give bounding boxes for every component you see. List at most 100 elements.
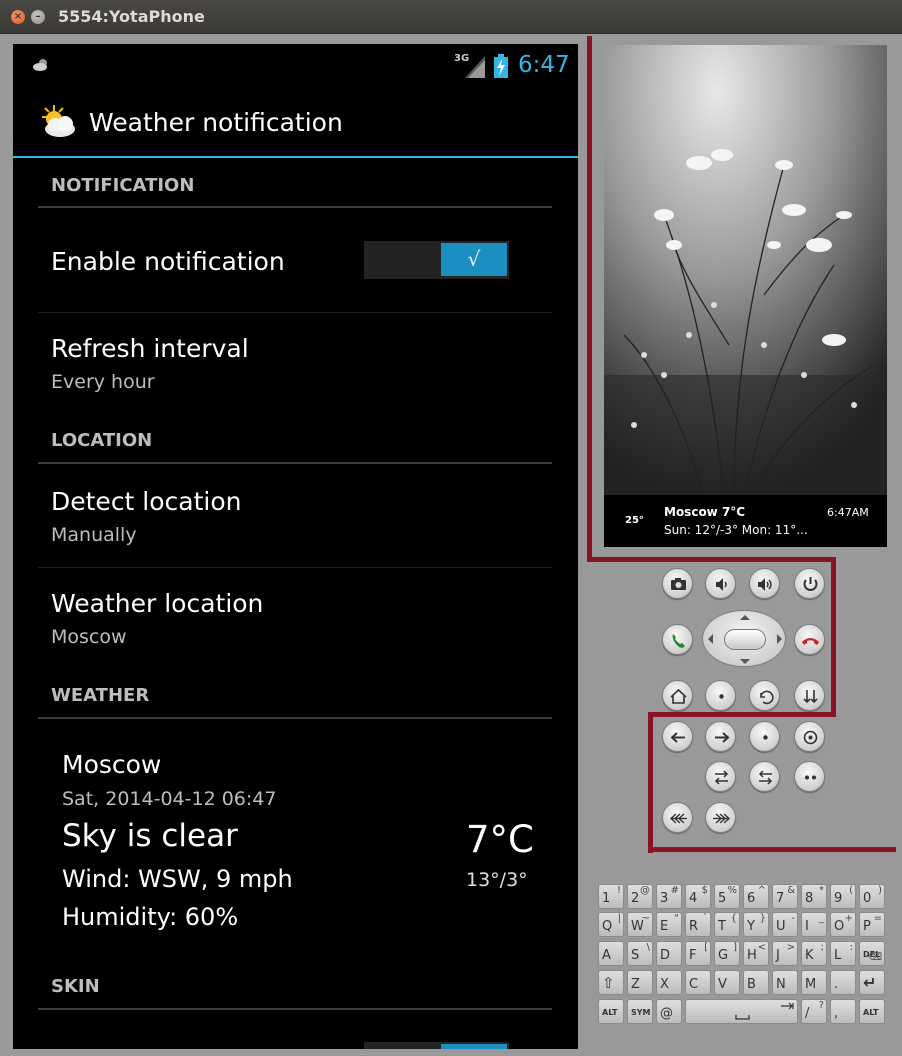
pref-refresh-interval-title[interactable]: Refresh interval xyxy=(51,334,249,363)
swap-button[interactable] xyxy=(705,761,736,792)
key-k[interactable]: K; xyxy=(801,941,827,966)
key-i[interactable]: I _ xyxy=(801,912,827,937)
key-x[interactable]: X xyxy=(656,970,682,995)
section-divider xyxy=(38,206,552,208)
key-shift[interactable]: ⇧ xyxy=(598,970,624,995)
key-h[interactable]: H < xyxy=(743,941,769,966)
key-r[interactable]: R ` xyxy=(685,912,711,937)
key-c[interactable]: C xyxy=(685,970,711,995)
key-4[interactable]: 4 $ xyxy=(685,884,711,909)
section-header-notification: NOTIFICATION xyxy=(51,175,195,196)
power-button[interactable] xyxy=(794,568,825,599)
arrow-right-button[interactable] xyxy=(705,721,736,752)
fast-forward-button[interactable] xyxy=(705,802,736,833)
key-z[interactable]: Z xyxy=(627,970,653,995)
key-6[interactable]: 6 ^ xyxy=(743,884,769,909)
dot-icon xyxy=(719,694,724,699)
dpad-center-button[interactable] xyxy=(724,629,766,650)
home-button[interactable] xyxy=(662,680,693,711)
key-space[interactable] xyxy=(685,999,798,1024)
key-delete[interactable]: DEL ⌫ xyxy=(859,941,885,966)
key-a[interactable]: A xyxy=(598,941,624,966)
key-u[interactable]: U- xyxy=(772,912,798,937)
action-bar: Weather notification xyxy=(13,88,578,158)
key-m[interactable]: M xyxy=(801,970,827,995)
key-period[interactable]: . xyxy=(830,970,856,995)
pref-refresh-interval-summary: Every hour xyxy=(51,371,155,393)
back-screen: 25° Moscow 7°C Sun: 12°/-3° Mon: 11°... … xyxy=(604,45,887,547)
call-button[interactable] xyxy=(662,624,693,655)
key-8[interactable]: 8 * xyxy=(801,884,827,909)
pref-weather-location-title[interactable]: Weather location xyxy=(51,589,263,618)
key-e[interactable]: E " xyxy=(656,912,682,937)
double-dot-button[interactable] xyxy=(794,761,825,792)
key-5[interactable]: 5% xyxy=(714,884,740,909)
weather-status-icon xyxy=(33,59,47,71)
volume-up-button[interactable] xyxy=(749,568,780,599)
volume-down-icon xyxy=(716,578,727,591)
status-bar: 3G 6:47 xyxy=(13,44,578,88)
rewind-button[interactable] xyxy=(662,802,693,833)
key-w[interactable]: W ~ xyxy=(627,912,653,937)
yota-forecast: Sun: 12°/-3° Mon: 11°... xyxy=(664,523,808,537)
key-9[interactable]: 9( xyxy=(830,884,856,909)
key-7[interactable]: 7 & xyxy=(772,884,798,909)
key-1[interactable]: 1! xyxy=(598,884,624,909)
key-y[interactable]: Y} xyxy=(743,912,769,937)
key-g[interactable]: G] xyxy=(714,941,740,966)
key-f[interactable]: F[ xyxy=(685,941,711,966)
target-button[interactable] xyxy=(794,721,825,752)
key-d[interactable]: D xyxy=(656,941,682,966)
swap-button-2[interactable] xyxy=(749,761,780,792)
key-s[interactable]: S \ xyxy=(627,941,653,966)
arrow-left-button[interactable] xyxy=(662,721,693,752)
key-b[interactable]: B xyxy=(743,970,769,995)
frame-line xyxy=(587,557,836,562)
frame-line xyxy=(648,847,896,852)
key-q[interactable]: Q | xyxy=(598,912,624,937)
key-l[interactable]: L: xyxy=(830,941,856,966)
double-dot-icon xyxy=(805,775,816,780)
notification-toggle[interactable]: √ xyxy=(364,241,509,279)
flower-photo xyxy=(604,45,887,495)
menu-button[interactable] xyxy=(705,680,736,711)
volume-down-button[interactable] xyxy=(705,568,736,599)
weather-high-low: 13°/3° xyxy=(466,869,528,891)
dpad[interactable] xyxy=(702,610,786,667)
arrow-right-icon xyxy=(715,732,730,743)
key-slash[interactable]: /? xyxy=(801,999,827,1024)
arrow-left-icon xyxy=(670,732,685,743)
close-icon[interactable]: × xyxy=(11,10,25,24)
key-enter[interactable]: ↵ xyxy=(859,970,885,995)
camera-button[interactable] xyxy=(662,568,693,599)
key-2[interactable]: 2 @ xyxy=(627,884,653,909)
key-0[interactable]: 0) xyxy=(859,884,885,909)
key-v[interactable]: V xyxy=(714,970,740,995)
fast-forward-icon xyxy=(713,813,731,824)
key-3[interactable]: 3 # xyxy=(656,884,682,909)
key-alt-right[interactable]: ALT xyxy=(859,999,885,1024)
minimize-icon[interactable]: – xyxy=(31,10,45,24)
pref-weather-location-summary: Moscow xyxy=(51,626,127,648)
key-comma[interactable]: , xyxy=(830,999,856,1024)
power-icon xyxy=(803,577,818,591)
weather-app-icon xyxy=(42,105,75,137)
key-n[interactable]: N xyxy=(772,970,798,995)
call-icon xyxy=(672,634,685,648)
arrows-down-button[interactable] xyxy=(794,680,825,711)
skin-toggle[interactable] xyxy=(364,1042,509,1049)
end-call-button[interactable] xyxy=(794,624,825,655)
key-t[interactable]: T{ xyxy=(714,912,740,937)
pref-detect-location-title[interactable]: Detect location xyxy=(51,487,242,516)
key-sym[interactable]: SYM xyxy=(627,999,653,1024)
key-at[interactable]: @ xyxy=(656,999,682,1024)
center-button[interactable] xyxy=(749,721,780,752)
back-button[interactable] xyxy=(749,680,780,711)
key-alt-left[interactable]: ALT xyxy=(598,999,624,1024)
signal-icon xyxy=(465,56,485,78)
pref-enable-notification-title[interactable]: Enable notification xyxy=(51,247,285,276)
key-p[interactable]: P = xyxy=(859,912,885,937)
key-j[interactable]: J > xyxy=(772,941,798,966)
frame-line xyxy=(648,712,653,853)
key-o[interactable]: O + xyxy=(830,912,856,937)
